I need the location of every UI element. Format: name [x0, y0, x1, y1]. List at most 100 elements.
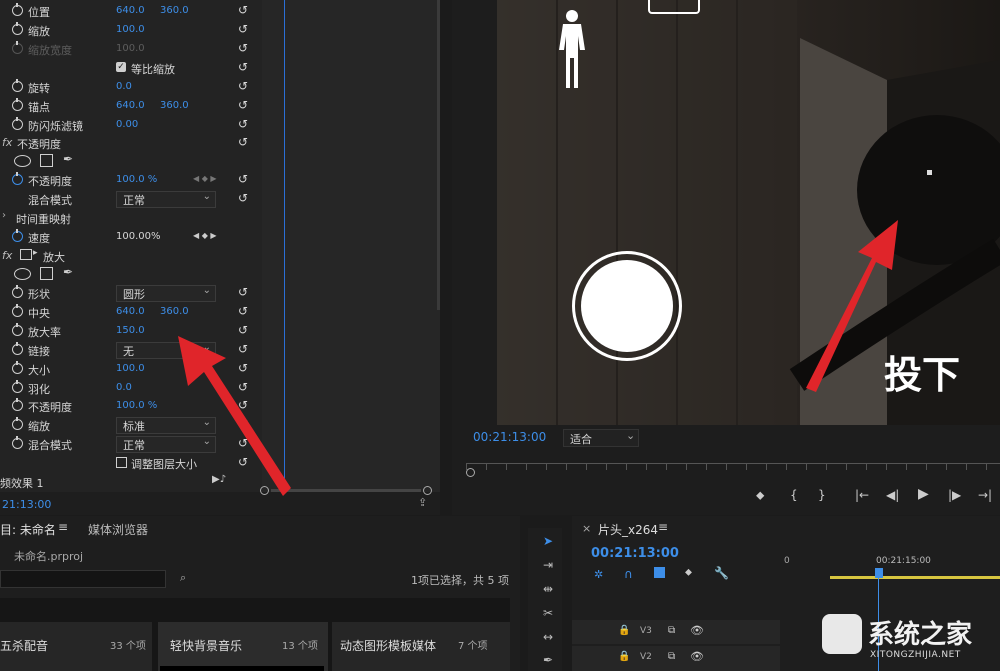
reset-icon[interactable]: ↺ [238, 380, 248, 394]
reset-icon[interactable]: ↺ [238, 3, 248, 17]
ellipse-mask-icon[interactable] [14, 268, 31, 280]
adjust-layer-row[interactable]: 调整图层大小 ↺ [0, 454, 262, 473]
feather-value[interactable]: 0.0 [116, 382, 132, 393]
search-input[interactable] [0, 570, 166, 588]
pen-mask-icon[interactable]: ✒ [63, 265, 73, 279]
monitor-ruler[interactable] [466, 463, 1000, 470]
reset-icon[interactable]: ↺ [238, 285, 248, 299]
razor-tool-icon[interactable]: ✂ [538, 606, 558, 624]
playhead-handle[interactable] [875, 568, 883, 578]
reset-icon[interactable]: ↺ [238, 361, 248, 375]
stopwatch-icon[interactable] [12, 117, 23, 130]
mark-in-button[interactable]: { [790, 488, 798, 502]
scrollbar[interactable] [437, 0, 440, 310]
center-row[interactable]: 中央 640.0 360.0 ↺ [0, 303, 262, 322]
rotation-value[interactable]: 0.0 [116, 81, 132, 92]
slip-tool-icon[interactable]: ↔ [538, 630, 558, 648]
reset-icon[interactable]: ↺ [238, 398, 248, 412]
sync-icon[interactable]: ⧉ [668, 651, 675, 662]
scale-value[interactable]: 100.0 [116, 24, 145, 35]
feather-row[interactable]: 羽化 0.0 ↺ [0, 379, 262, 398]
uniform-scale-checkbox[interactable]: ✓ [116, 62, 126, 72]
lock-icon[interactable]: 🔒 [618, 651, 630, 662]
reset-icon[interactable]: ↺ [238, 304, 248, 318]
center-y-value[interactable]: 360.0 [160, 306, 189, 317]
tab-project[interactable]: 目: 未命名 [0, 521, 56, 538]
step-forward-button[interactable]: |▶ [948, 488, 961, 502]
sync-icon[interactable]: ⧉ [668, 625, 675, 636]
time-remap-section-header[interactable]: › 时间重映射 [0, 209, 262, 228]
position-y-value[interactable]: 360.0 [160, 5, 189, 16]
scaling-dropdown[interactable]: 标准 ⌄ [116, 417, 216, 434]
stopwatch-icon[interactable] [12, 304, 23, 317]
monitor-timecode[interactable]: 00:21:13:00 [473, 430, 546, 444]
go-to-in-button[interactable]: |← [855, 488, 869, 502]
tab-media-browser[interactable]: 媒体浏览器 [88, 521, 148, 538]
magnification-row[interactable]: 放大率 150.0 ↺ [0, 322, 262, 341]
go-to-out-button[interactable]: →| [978, 488, 992, 502]
reset-icon[interactable]: ↺ [238, 172, 248, 186]
keyframe-nav-icon[interactable]: ◀ ◆ ▶ [193, 231, 217, 240]
ellipse-mask-icon[interactable] [14, 155, 31, 167]
reset-icon[interactable]: ↺ [238, 98, 248, 112]
close-icon[interactable]: × [582, 522, 591, 535]
pen-mask-icon[interactable]: ✒ [63, 152, 73, 166]
stopwatch-icon[interactable] [12, 436, 23, 449]
marker-button[interactable]: ⬥ [756, 488, 764, 503]
opacity-row[interactable]: 不透明度 100.0 % ◀ ◆ ▶ ↺ [0, 171, 262, 190]
stopwatch-icon[interactable] [12, 172, 23, 185]
play-button[interactable]: ▶ [918, 486, 929, 502]
stopwatch-icon[interactable] [12, 380, 23, 393]
reset-icon[interactable]: ↺ [238, 79, 248, 93]
anchor-y-value[interactable]: 360.0 [160, 100, 189, 111]
stopwatch-icon[interactable] [12, 98, 23, 111]
top-button[interactable] [648, 0, 700, 14]
bin-item[interactable]: 动态图形模板媒体 7 个项 [332, 622, 510, 671]
stopwatch-icon[interactable] [12, 361, 23, 374]
scaling-row[interactable]: 缩放 标准 ⌄ ↺ [0, 416, 262, 435]
stopwatch-icon[interactable] [12, 285, 23, 298]
menu-icon[interactable]: ≡ [58, 520, 68, 534]
snap-icon[interactable]: ✲ [594, 568, 603, 581]
reset-icon[interactable]: ↺ [238, 191, 248, 205]
lock-icon[interactable]: 🔒 [618, 625, 630, 636]
scale-row[interactable]: 缩放 100.0 ↺ [0, 21, 262, 40]
rectangle-mask-icon[interactable] [40, 154, 53, 167]
position-row[interactable]: 位置 640.0 360.0 ↺ [0, 2, 262, 21]
rectangle-mask-icon[interactable] [40, 267, 53, 280]
reset-icon[interactable]: ↺ [238, 417, 248, 431]
magnification-value[interactable]: 150.0 [116, 325, 145, 336]
magnify-section-header[interactable]: fx ▸ 放大 [0, 247, 262, 266]
reset-icon[interactable]: ↺ [238, 22, 248, 36]
mark-out-button[interactable]: } [818, 488, 826, 502]
fit-dropdown[interactable]: 适合 ⌄ [563, 429, 639, 447]
step-back-button[interactable]: ◀| [886, 488, 899, 502]
shape-row[interactable]: 形状 圆形 ⌄ ↺ [0, 284, 262, 303]
adjust-layer-checkbox[interactable] [116, 457, 127, 468]
bin-item[interactable]: 轻快背景音乐 13 个项 [158, 622, 328, 671]
add-marker-icon[interactable]: ⬥ [685, 567, 692, 578]
stopwatch-icon[interactable] [12, 229, 23, 242]
stopwatch-icon[interactable] [12, 79, 23, 92]
link-dropdown[interactable]: 无 ⌄ [116, 342, 216, 359]
wrench-icon[interactable]: 🔧 [714, 566, 729, 580]
speed-value[interactable]: 100.00% [116, 231, 161, 242]
reset-icon[interactable]: ↺ [238, 436, 248, 450]
opacity2-value[interactable]: 100.0 % [116, 400, 157, 411]
zoom-handle-left[interactable] [260, 486, 269, 495]
reset-icon[interactable]: ↺ [238, 60, 248, 74]
link-row[interactable]: 链接 无 ⌄ ↺ [0, 341, 262, 360]
opacity-value[interactable]: 100.0 % [116, 174, 157, 185]
reset-icon[interactable]: ↺ [238, 455, 248, 469]
stopwatch-icon[interactable] [12, 323, 23, 336]
action-button-ring[interactable] [572, 251, 682, 361]
reset-icon[interactable]: ↺ [238, 323, 248, 337]
ripple-edit-tool-icon[interactable]: ⇹ [538, 582, 558, 600]
blend-mode-row[interactable]: 混合模式 正常 ⌄ ↺ [0, 190, 262, 209]
work-area-bar[interactable] [830, 576, 1000, 579]
monitor-zoom-handle[interactable] [466, 468, 475, 477]
reset-icon[interactable]: ↺ [238, 117, 248, 131]
menu-icon[interactable]: ≡ [658, 520, 668, 534]
position-x-value[interactable]: 640.0 [116, 5, 145, 16]
linked-selection-icon[interactable] [654, 567, 665, 578]
